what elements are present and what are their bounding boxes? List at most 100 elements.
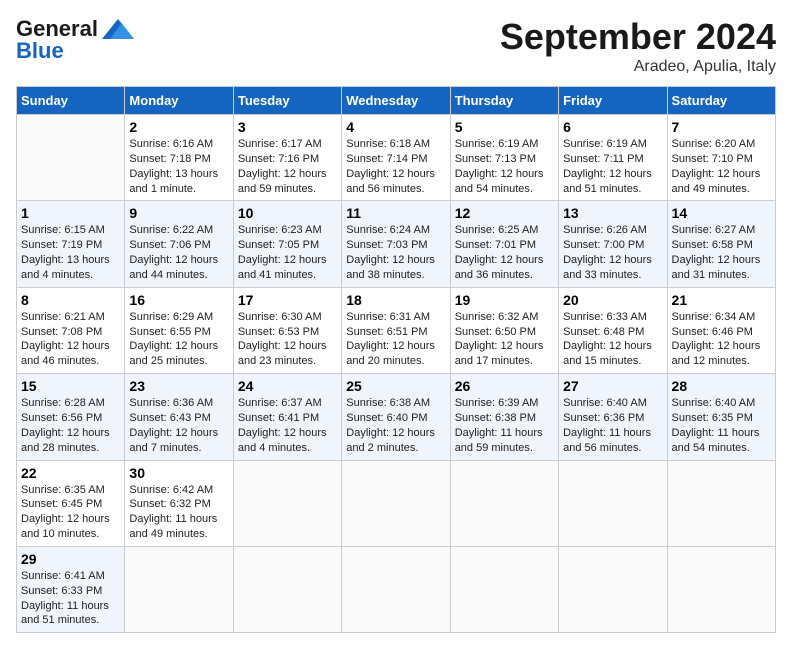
day-info: Sunrise: 6:38 AM Sunset: 6:40 PM Dayligh… [346,396,445,455]
day-number: 11 [346,205,445,221]
day-number: 1 [21,205,120,221]
day-cell [233,460,341,546]
day-info: Sunrise: 6:25 AM Sunset: 7:01 PM Dayligh… [455,223,554,282]
day-number: 25 [346,378,445,394]
dow-saturday: Saturday [667,87,775,115]
day-info: Sunrise: 6:26 AM Sunset: 7:00 PM Dayligh… [563,223,662,282]
day-info: Sunrise: 6:17 AM Sunset: 7:16 PM Dayligh… [238,137,337,196]
day-cell: 15 Sunrise: 6:28 AM Sunset: 6:56 PM Dayli… [17,374,125,460]
day-number: 17 [238,292,337,308]
day-info: Sunrise: 6:37 AM Sunset: 6:41 PM Dayligh… [238,396,337,455]
day-info: Sunrise: 6:39 AM Sunset: 6:38 PM Dayligh… [455,396,554,455]
day-cell [559,460,667,546]
day-cell: 17 Sunrise: 6:30 AM Sunset: 6:53 PM Dayli… [233,287,341,373]
dow-tuesday: Tuesday [233,87,341,115]
dow-thursday: Thursday [450,87,558,115]
week-row-0: 2 Sunrise: 6:16 AM Sunset: 7:18 PM Daylig… [17,115,776,201]
day-info: Sunrise: 6:30 AM Sunset: 6:53 PM Dayligh… [238,310,337,369]
day-cell [233,546,341,632]
day-cell: 12 Sunrise: 6:25 AM Sunset: 7:01 PM Dayli… [450,201,558,287]
logo: General Blue [16,16,134,64]
day-cell: 3 Sunrise: 6:17 AM Sunset: 7:16 PM Daylig… [233,115,341,201]
calendar-body: 2 Sunrise: 6:16 AM Sunset: 7:18 PM Daylig… [17,115,776,633]
week-row-1: 1Sunrise: 6:15 AM Sunset: 7:19 PM Daylig… [17,201,776,287]
day-number: 13 [563,205,662,221]
day-cell: 23Sunrise: 6:36 AM Sunset: 6:43 PM Dayli… [125,374,233,460]
days-of-week-header: SundayMondayTuesdayWednesdayThursdayFrid… [17,87,776,115]
week-row-3: 15 Sunrise: 6:28 AM Sunset: 6:56 PM Dayli… [17,374,776,460]
day-number: 15 [21,378,120,394]
day-cell: 20Sunrise: 6:33 AM Sunset: 6:48 PM Dayli… [559,287,667,373]
day-cell: 21Sunrise: 6:34 AM Sunset: 6:46 PM Dayli… [667,287,775,373]
day-info: Sunrise: 6:28 AM Sunset: 6:56 PM Dayligh… [21,396,120,455]
day-number: 9 [129,205,228,221]
day-cell: 27 Sunrise: 6:40 AM Sunset: 6:36 PM Dayli… [559,374,667,460]
day-cell [667,546,775,632]
day-number: 6 [563,119,662,135]
location-subtitle: Aradeo, Apulia, Italy [500,58,776,76]
page-header: General Blue September 2024 Aradeo, Apul… [16,16,776,76]
day-cell: 19Sunrise: 6:32 AM Sunset: 6:50 PM Dayli… [450,287,558,373]
day-cell: 24 Sunrise: 6:37 AM Sunset: 6:41 PM Dayli… [233,374,341,460]
day-number: 3 [238,119,337,135]
day-info: Sunrise: 6:42 AM Sunset: 6:32 PM Dayligh… [129,483,228,542]
day-info: Sunrise: 6:27 AM Sunset: 6:58 PM Dayligh… [672,223,771,282]
logo-icon [102,19,134,39]
day-info: Sunrise: 6:35 AM Sunset: 6:45 PM Dayligh… [21,483,120,542]
day-info: Sunrise: 6:23 AM Sunset: 7:05 PM Dayligh… [238,223,337,282]
day-info: Sunrise: 6:34 AM Sunset: 6:46 PM Dayligh… [672,310,771,369]
day-number: 8 [21,292,120,308]
day-number: 4 [346,119,445,135]
day-info: Sunrise: 6:16 AM Sunset: 7:18 PM Dayligh… [129,137,228,196]
day-cell: 4Sunrise: 6:18 AM Sunset: 7:14 PM Daylig… [342,115,450,201]
day-number: 2 [129,119,228,135]
week-row-5: 29 Sunrise: 6:41 AM Sunset: 6:33 PM Dayli… [17,546,776,632]
day-cell [342,460,450,546]
week-row-2: 8 Sunrise: 6:21 AM Sunset: 7:08 PM Daylig… [17,287,776,373]
dow-friday: Friday [559,87,667,115]
day-info: Sunrise: 6:22 AM Sunset: 7:06 PM Dayligh… [129,223,228,282]
day-cell: 10 Sunrise: 6:23 AM Sunset: 7:05 PM Dayli… [233,201,341,287]
day-number: 27 [563,378,662,394]
day-cell [667,460,775,546]
day-info: Sunrise: 6:32 AM Sunset: 6:50 PM Dayligh… [455,310,554,369]
day-number: 28 [672,378,771,394]
day-cell: 26 Sunrise: 6:39 AM Sunset: 6:38 PM Dayli… [450,374,558,460]
day-number: 12 [455,205,554,221]
day-number: 10 [238,205,337,221]
day-number: 14 [672,205,771,221]
day-cell: 9 Sunrise: 6:22 AM Sunset: 7:06 PM Daylig… [125,201,233,287]
day-cell: 7Sunrise: 6:20 AM Sunset: 7:10 PM Daylig… [667,115,775,201]
day-number: 18 [346,292,445,308]
dow-monday: Monday [125,87,233,115]
day-number: 29 [21,551,120,567]
day-cell: 30 Sunrise: 6:42 AM Sunset: 6:32 PM Dayli… [125,460,233,546]
logo-blue: Blue [16,38,64,64]
day-number: 26 [455,378,554,394]
day-number: 23 [129,378,228,394]
title-block: September 2024 Aradeo, Apulia, Italy [500,16,776,76]
day-info: Sunrise: 6:40 AM Sunset: 6:36 PM Dayligh… [563,396,662,455]
day-cell: 16Sunrise: 6:29 AM Sunset: 6:55 PM Dayli… [125,287,233,373]
day-number: 22 [21,465,120,481]
day-cell [450,460,558,546]
day-cell [450,546,558,632]
day-cell: 5 Sunrise: 6:19 AM Sunset: 7:13 PM Daylig… [450,115,558,201]
week-row-4: 22 Sunrise: 6:35 AM Sunset: 6:45 PM Dayli… [17,460,776,546]
day-number: 24 [238,378,337,394]
dow-sunday: Sunday [17,87,125,115]
day-cell: 28Sunrise: 6:40 AM Sunset: 6:35 PM Dayli… [667,374,775,460]
day-info: Sunrise: 6:41 AM Sunset: 6:33 PM Dayligh… [21,569,120,628]
dow-wednesday: Wednesday [342,87,450,115]
day-info: Sunrise: 6:21 AM Sunset: 7:08 PM Dayligh… [21,310,120,369]
day-number: 30 [129,465,228,481]
day-cell: 1Sunrise: 6:15 AM Sunset: 7:19 PM Daylig… [17,201,125,287]
day-cell: 22 Sunrise: 6:35 AM Sunset: 6:45 PM Dayli… [17,460,125,546]
day-info: Sunrise: 6:19 AM Sunset: 7:13 PM Dayligh… [455,137,554,196]
day-number: 16 [129,292,228,308]
day-info: Sunrise: 6:33 AM Sunset: 6:48 PM Dayligh… [563,310,662,369]
day-number: 5 [455,119,554,135]
day-cell: 6Sunrise: 6:19 AM Sunset: 7:11 PM Daylig… [559,115,667,201]
day-cell [17,115,125,201]
day-cell: 2 Sunrise: 6:16 AM Sunset: 7:18 PM Daylig… [125,115,233,201]
